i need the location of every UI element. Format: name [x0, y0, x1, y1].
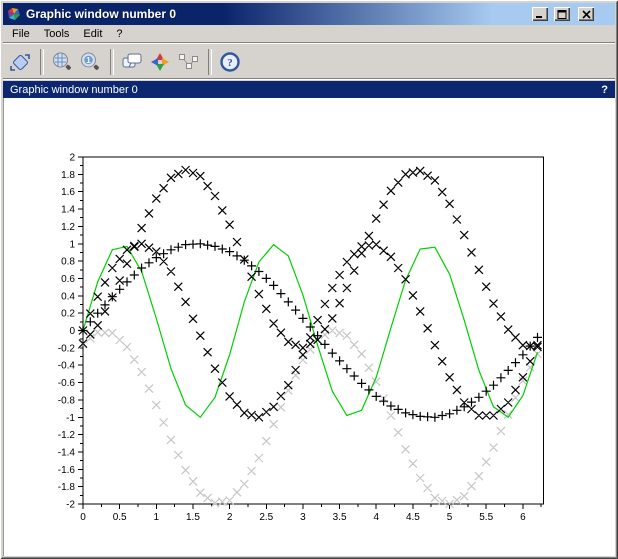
svg-text:0.8: 0.8	[61, 257, 75, 268]
window-title: Graphic window number 0	[26, 7, 526, 21]
zoom-reset-icon: 1	[78, 50, 102, 74]
ged-dialogs-icon	[120, 50, 144, 74]
svg-text:1: 1	[69, 239, 75, 250]
zoom-reset-button[interactable]: 1	[77, 48, 103, 76]
infobar-status-text: Graphic window number 0	[10, 84, 601, 96]
titlebar: Graphic window number 0	[3, 3, 615, 25]
svg-text:-1.6: -1.6	[58, 465, 76, 476]
svg-text:-0.8: -0.8	[58, 395, 76, 406]
menu-item-edit[interactable]: Edit	[76, 26, 109, 42]
minimize-icon	[535, 10, 545, 19]
maximize-icon	[557, 10, 567, 19]
rotate-3d-icon	[148, 50, 172, 74]
svg-text:1: 1	[154, 512, 160, 523]
close-icon	[582, 10, 591, 19]
svg-text:-2: -2	[66, 500, 75, 511]
svg-text:?: ?	[227, 57, 233, 69]
help-button[interactable]: ?	[217, 48, 243, 76]
svg-text:1.6: 1.6	[61, 187, 75, 198]
svg-text:0: 0	[80, 512, 86, 523]
graph-edit-icon	[176, 50, 200, 74]
toolbar-separator	[208, 49, 212, 75]
graph-edit-button[interactable]	[175, 48, 201, 76]
menu-item-tools[interactable]: Tools	[37, 26, 77, 42]
svg-text:1.8: 1.8	[61, 170, 75, 181]
svg-text:3: 3	[300, 512, 306, 523]
svg-text:5: 5	[447, 512, 453, 523]
close-button[interactable]	[578, 7, 594, 21]
svg-text:-1: -1	[66, 413, 75, 424]
svg-text:-1.2: -1.2	[58, 430, 76, 441]
infobar-help-mark[interactable]: ?	[601, 84, 608, 96]
svg-text:0.6: 0.6	[61, 274, 75, 285]
svg-text:0.2: 0.2	[61, 309, 75, 320]
svg-text:2: 2	[227, 512, 233, 523]
svg-text:3.5: 3.5	[333, 512, 347, 523]
menu-item-help[interactable]: ?	[109, 26, 129, 42]
svg-text:0.4: 0.4	[61, 291, 75, 302]
svg-text:-0.4: -0.4	[58, 361, 76, 372]
plot-canvas: 0 0.5 1 1.5 2 2.5 3 3.5 4 4.5 5 5.5 6 2 1.8 1.6 1.4 1.2 1 0…	[3, 98, 615, 556]
zoom-rotate-icon	[8, 50, 32, 74]
toolbar-separator	[110, 49, 114, 75]
svg-text:-1.4: -1.4	[58, 447, 76, 458]
svg-text:5.5: 5.5	[479, 512, 493, 523]
help-icon: ?	[218, 50, 242, 74]
zoom-area-button[interactable]	[49, 48, 75, 76]
svg-text:4.5: 4.5	[406, 512, 420, 523]
minimize-button[interactable]	[532, 7, 548, 21]
svg-text:-0.6: -0.6	[58, 378, 76, 389]
svg-text:1.5: 1.5	[186, 512, 200, 523]
svg-text:2: 2	[69, 153, 75, 164]
chart-plot-area: 0 0.5 1 1.5 2 2.5 3 3.5 4 4.5 5 5.5 6 2 1.8 1.6 1.4 1.2 1 0…	[4, 98, 616, 556]
menu-item-file[interactable]: File	[5, 26, 37, 42]
svg-text:-0.2: -0.2	[58, 343, 76, 354]
svg-text:1: 1	[86, 56, 91, 65]
svg-text:1.2: 1.2	[61, 222, 75, 233]
menubar: FileToolsEdit?	[3, 25, 615, 43]
svg-text:0.5: 0.5	[113, 512, 127, 523]
ged-dialogs-button[interactable]	[119, 48, 145, 76]
scilab-app-icon	[6, 6, 22, 22]
toolbar-separator	[40, 49, 44, 75]
svg-text:4: 4	[373, 512, 379, 523]
infobar: Graphic window number 0 ?	[3, 81, 615, 98]
svg-text:0: 0	[69, 326, 75, 337]
toolbar: 1?	[3, 45, 615, 79]
zoom-rotate-button[interactable]	[7, 48, 33, 76]
graphic-window: Graphic window number 0 FileToolsEdit? 1…	[0, 0, 618, 559]
svg-text:6: 6	[520, 512, 526, 523]
svg-text:2.5: 2.5	[259, 512, 273, 523]
zoom-area-icon	[50, 50, 74, 74]
maximize-button[interactable]	[554, 7, 570, 21]
svg-text:-1.8: -1.8	[58, 482, 76, 493]
svg-text:1.4: 1.4	[61, 205, 75, 216]
rotate-3d-button[interactable]	[147, 48, 173, 76]
